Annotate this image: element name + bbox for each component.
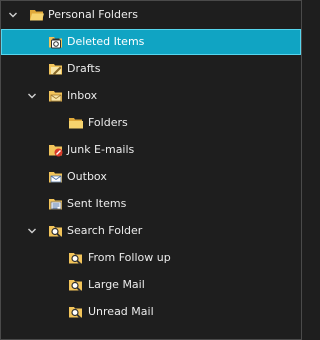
folder-tree-pane: Personal Folders Deleted Items Drafts In… — [0, 0, 302, 340]
sent-items-folder-icon — [48, 196, 64, 212]
tree-item-label: Sent Items — [67, 197, 127, 210]
outbox-folder-icon — [48, 169, 64, 185]
tree-item-label: Large Mail — [88, 278, 145, 291]
tree-item-label: From Follow up — [88, 251, 171, 264]
tree-item-unread-mail[interactable]: Unread Mail — [1, 299, 301, 325]
tree-item-folders[interactable]: Folders — [1, 110, 301, 136]
drafts-folder-icon — [48, 61, 64, 77]
search-folder-icon — [68, 250, 84, 266]
tree-item-from-follow-up[interactable]: From Follow up — [1, 245, 301, 271]
tree-item-label: Drafts — [67, 62, 101, 75]
search-folder-icon — [48, 223, 64, 239]
tree-item-sent-items[interactable]: Sent Items — [1, 191, 301, 217]
chevron-down-icon[interactable] — [25, 224, 39, 238]
tree-item-label: Unread Mail — [88, 305, 154, 318]
tree-item-personal-folders[interactable]: Personal Folders — [1, 2, 301, 28]
chevron-down-icon[interactable] — [25, 89, 39, 103]
tree-item-inbox[interactable]: Inbox — [1, 83, 301, 109]
tree-item-label: Outbox — [67, 170, 107, 183]
chevron-down-icon[interactable] — [6, 8, 20, 22]
search-folder-icon — [68, 277, 84, 293]
tree-item-deleted-items[interactable]: Deleted Items — [1, 29, 301, 55]
tree-item-label: Junk E-mails — [67, 143, 135, 156]
tree-item-label: Search Folder — [67, 224, 143, 237]
tree-item-label: Inbox — [67, 89, 98, 102]
junk-folder-icon — [48, 142, 64, 158]
tree-item-large-mail[interactable]: Large Mail — [1, 272, 301, 298]
tree-item-outbox[interactable]: Outbox — [1, 164, 301, 190]
tree-item-junk-emails[interactable]: Junk E-mails — [1, 137, 301, 163]
deleted-items-folder-icon — [48, 34, 64, 50]
folder-open-icon — [29, 7, 45, 23]
inbox-folder-icon — [48, 88, 64, 104]
tree-item-search-folder[interactable]: Search Folder — [1, 218, 301, 244]
tree-item-label: Personal Folders — [48, 8, 138, 21]
search-folder-icon — [68, 304, 84, 320]
tree-item-label: Deleted Items — [67, 35, 145, 48]
tree-item-drafts[interactable]: Drafts — [1, 56, 301, 82]
folder-icon — [68, 115, 84, 131]
tree-item-label: Folders — [88, 116, 128, 129]
